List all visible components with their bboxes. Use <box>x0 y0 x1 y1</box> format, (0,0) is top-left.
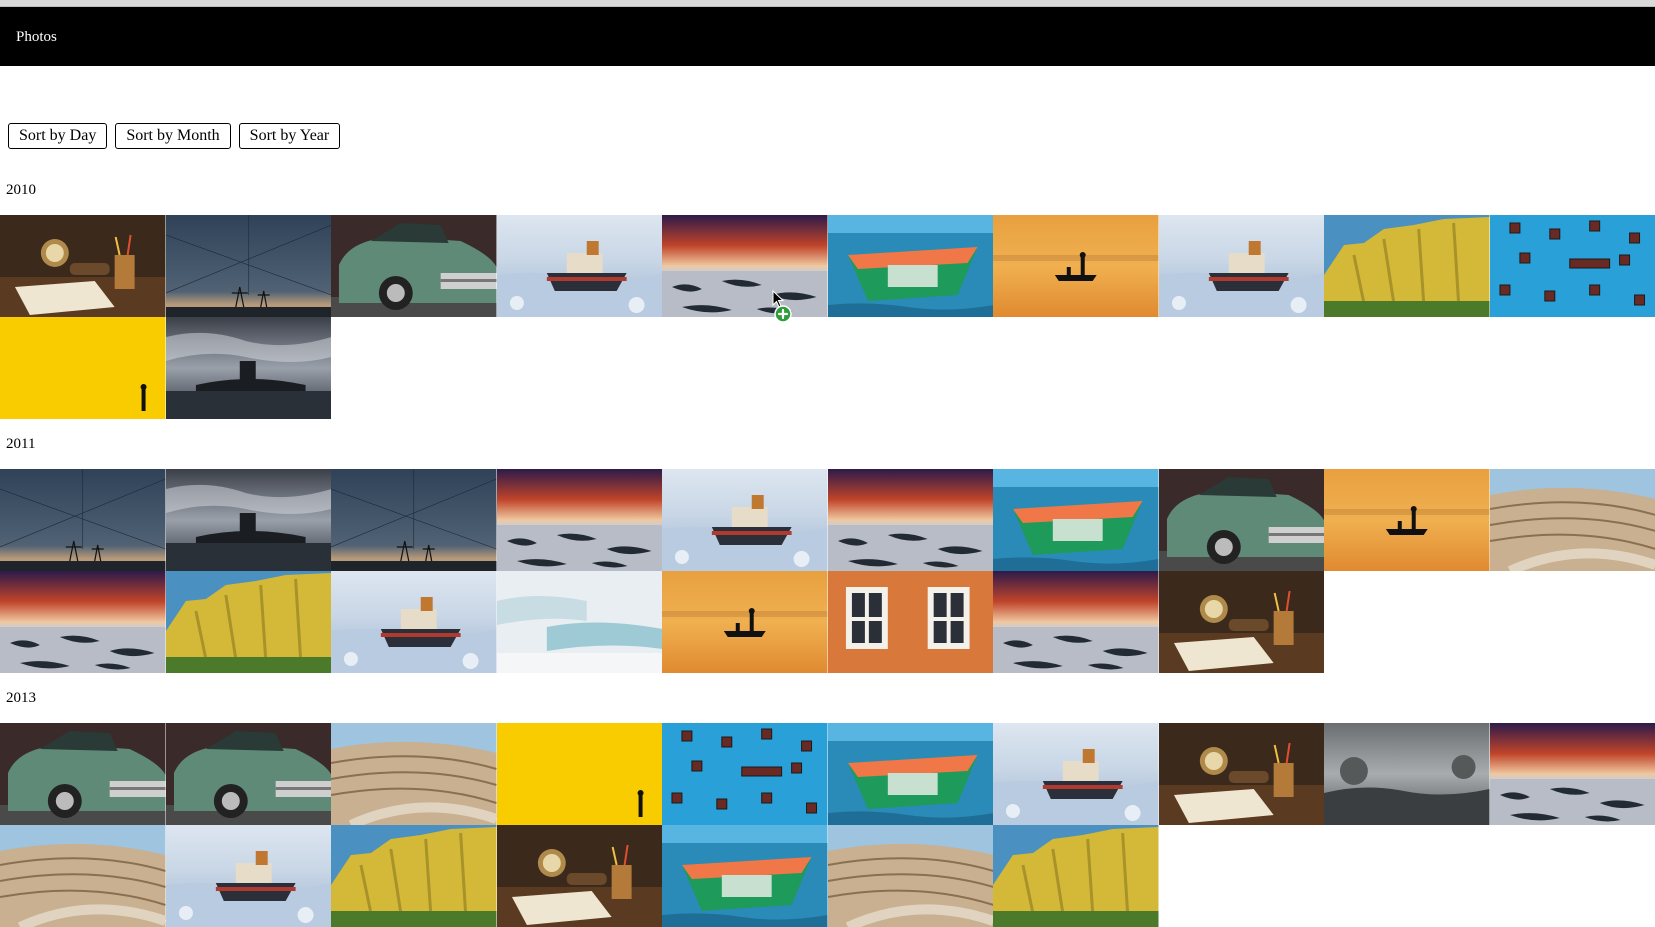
photo-thumbnail-still-life[interactable] <box>497 825 663 927</box>
photo-grid-2013 <box>0 723 1655 927</box>
photo-thumbnail-sunset-ice[interactable] <box>497 469 663 571</box>
photo-thumbnail-yellow-hills[interactable] <box>993 825 1159 927</box>
photo-thumbnail-icebreaker[interactable] <box>993 723 1159 825</box>
photo-thumbnail-orange-windows[interactable] <box>828 571 994 673</box>
photo-thumbnail-amphitheater[interactable] <box>0 825 166 927</box>
photo-thumbnail-sunset-ice[interactable] <box>662 215 828 317</box>
photo-thumbnail-icebreaker[interactable] <box>166 825 332 927</box>
photo-thumbnail-still-life[interactable] <box>1159 723 1325 825</box>
photo-thumbnail-vintage-car[interactable] <box>166 723 332 825</box>
app-title: Photos <box>16 29 57 46</box>
photo-thumbnail-yellow-hills[interactable] <box>1324 215 1490 317</box>
photo-thumbnail-green-boat[interactable] <box>828 215 994 317</box>
photo-thumbnail-sunset-ice[interactable] <box>0 571 166 673</box>
sort-by-day-button[interactable]: Sort by Day <box>8 123 107 149</box>
photo-thumbnail-yellow-hills[interactable] <box>331 825 497 927</box>
photo-thumbnail-sunset-ice[interactable] <box>993 571 1159 673</box>
photo-thumbnail-icebreaker[interactable] <box>497 215 663 317</box>
photo-thumbnail-sunset-ice[interactable] <box>828 469 994 571</box>
photo-thumbnail-submarine[interactable] <box>166 317 332 419</box>
photo-thumbnail-fisherman-orange[interactable] <box>1324 469 1490 571</box>
photo-thumbnail-white-terraces[interactable] <box>497 571 663 673</box>
photo-thumbnail-amphitheater[interactable] <box>1490 469 1655 571</box>
photo-thumbnail-fisherman-orange[interactable] <box>993 215 1159 317</box>
photo-thumbnail-power-lines[interactable] <box>166 215 332 317</box>
photo-thumbnail-still-life[interactable] <box>1159 571 1325 673</box>
sort-by-year-button[interactable]: Sort by Year <box>239 123 341 149</box>
photo-thumbnail-vintage-car[interactable] <box>0 723 166 825</box>
photo-thumbnail-vintage-car[interactable] <box>1159 469 1325 571</box>
photo-thumbnail-power-lines[interactable] <box>331 469 497 571</box>
photo-thumbnail-power-lines[interactable] <box>0 469 166 571</box>
photo-thumbnail-yellow-hills[interactable] <box>166 571 332 673</box>
photo-thumbnail-amphitheater[interactable] <box>331 723 497 825</box>
photo-thumbnail-submarine[interactable] <box>166 469 332 571</box>
photo-thumbnail-blue-windows[interactable] <box>1490 215 1655 317</box>
year-heading-2011: 2011 <box>6 436 35 453</box>
photo-thumbnail-sunset-ice[interactable] <box>1490 723 1655 825</box>
photo-thumbnail-icebreaker[interactable] <box>662 469 828 571</box>
photo-thumbnail-green-boat[interactable] <box>993 469 1159 571</box>
photo-grid-2011 <box>0 469 1655 673</box>
photo-thumbnail-grey-field[interactable] <box>1324 723 1490 825</box>
photo-thumbnail-amphitheater[interactable] <box>828 825 994 927</box>
photo-thumbnail-yellow-wall[interactable] <box>0 317 166 419</box>
photo-thumbnail-yellow-wall[interactable] <box>497 723 663 825</box>
year-heading-2013: 2013 <box>6 690 36 707</box>
photo-thumbnail-still-life[interactable] <box>0 215 166 317</box>
photo-thumbnail-green-boat[interactable] <box>828 723 994 825</box>
photo-thumbnail-icebreaker[interactable] <box>1159 215 1325 317</box>
browser-top-edge <box>0 0 1655 7</box>
photo-thumbnail-green-boat[interactable] <box>662 825 828 927</box>
app-header: Photos <box>0 7 1655 66</box>
photo-thumbnail-vintage-car[interactable] <box>331 215 497 317</box>
sort-by-month-button[interactable]: Sort by Month <box>115 123 230 149</box>
photo-thumbnail-fisherman-orange[interactable] <box>662 571 828 673</box>
photo-grid-2010 <box>0 215 1655 419</box>
sort-toolbar: Sort by Day Sort by Month Sort by Year <box>8 123 340 149</box>
year-heading-2010: 2010 <box>6 182 36 199</box>
photo-thumbnail-blue-windows[interactable] <box>662 723 828 825</box>
photo-thumbnail-icebreaker[interactable] <box>331 571 497 673</box>
